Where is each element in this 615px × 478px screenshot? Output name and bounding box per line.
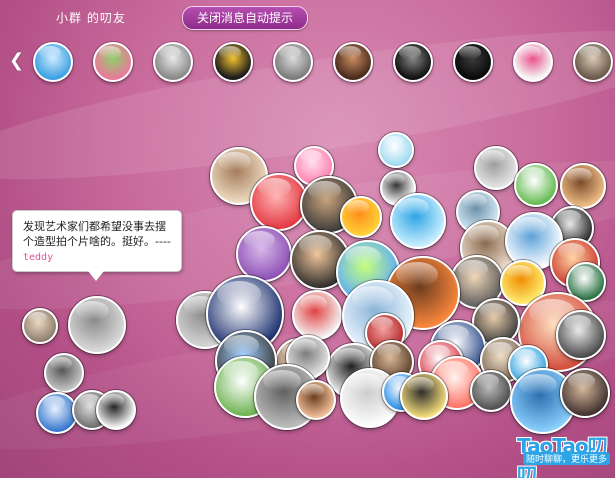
friend-bubble-avatar[interactable] <box>44 353 84 393</box>
friend-bubble-avatar[interactable] <box>340 196 382 238</box>
logo-slogan: 随时聊聊，更乐更多 <box>523 452 611 465</box>
friends-bubble-stage: 小群 的叨友 关闭消息自动提示 ❮ ❯ 发现艺术家们都希望没事去摆个造型拍个片啥… <box>0 0 615 478</box>
friend-bubble-avatar[interactable] <box>292 290 342 340</box>
friend-bubble-avatar[interactable] <box>22 308 58 344</box>
friend-bubble-avatar[interactable] <box>96 390 136 430</box>
friend-avatar[interactable] <box>153 42 193 82</box>
friend-bubble-avatar[interactable] <box>236 226 292 282</box>
friend-avatar[interactable] <box>33 42 73 82</box>
friend-bubble-avatar[interactable] <box>470 370 512 412</box>
friend-avatar[interactable] <box>453 42 493 82</box>
scroll-left-arrow-icon[interactable]: ❮ <box>9 50 24 71</box>
message-text: 发现艺术家们都希望没事去摆个造型拍个片啥的。挺好。---- <box>23 220 171 248</box>
friend-bubble-avatar[interactable] <box>560 368 610 418</box>
friend-avatar[interactable] <box>393 42 433 82</box>
friend-bubble-avatar[interactable] <box>378 132 414 168</box>
close-auto-notify-button[interactable]: 关闭消息自动提示 <box>182 6 308 30</box>
friend-bubble-avatar[interactable] <box>296 380 336 420</box>
top-bar: 小群 的叨友 关闭消息自动提示 <box>0 0 615 34</box>
friend-bubble-avatar[interactable] <box>514 163 558 207</box>
friend-avatar[interactable] <box>573 42 613 82</box>
friend-avatar[interactable] <box>213 42 253 82</box>
friend-avatar[interactable] <box>333 42 373 82</box>
message-author[interactable]: teddy <box>23 252 53 263</box>
friend-bubble-avatar[interactable] <box>390 193 446 249</box>
friend-avatar[interactable] <box>273 42 313 82</box>
message-bubble-tail <box>88 271 104 281</box>
taotao-logo: TaoTao叨叨 随时聊聊，更乐更多 <box>517 430 611 478</box>
friend-avatar[interactable] <box>93 42 133 82</box>
friend-avatar[interactable] <box>513 42 553 82</box>
message-bubble: 发现艺术家们都希望没事去摆个造型拍个片啥的。挺好。---- teddy <box>12 210 182 272</box>
friend-bubble-avatar[interactable] <box>68 296 126 354</box>
friend-bubble-avatar[interactable] <box>474 146 518 190</box>
page-title: 小群 的叨友 <box>56 11 126 25</box>
friend-bubble-avatar[interactable] <box>560 163 606 209</box>
friend-bubble-avatar[interactable] <box>556 310 606 360</box>
friend-bubble-avatar[interactable] <box>400 372 448 420</box>
